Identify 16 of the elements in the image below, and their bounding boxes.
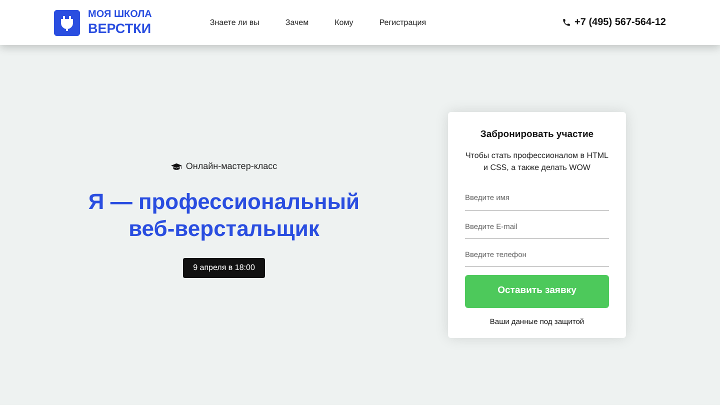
form-subtitle: Чтобы стать профессионалом в HTML и CSS, а также делать WOW bbox=[465, 150, 609, 174]
nav-link[interactable]: Зачем bbox=[285, 16, 309, 28]
phone-number[interactable]: +7 (495) 567-564-12 bbox=[574, 15, 666, 30]
nav-link[interactable]: Кому bbox=[334, 16, 354, 28]
hero-title: Я — профессиональный bbox=[88, 189, 360, 216]
eyebrow-text: Онлайн-мастер-класс bbox=[186, 160, 278, 173]
phone-icon bbox=[562, 18, 571, 27]
form-title: Забронировать участие bbox=[480, 128, 594, 142]
logo-text: ВЕРСТКИ bbox=[88, 22, 152, 36]
hero-title: веб-верстальщик bbox=[128, 216, 320, 242]
date-label: 9 апреля в 18:00 bbox=[183, 258, 265, 278]
nav-link[interactable]: Регистрация bbox=[379, 16, 426, 28]
graduation-cap-icon bbox=[170, 162, 182, 171]
logo-text: МОЯ ШКОЛА bbox=[88, 10, 152, 20]
logo-icon bbox=[54, 10, 80, 36]
nav-link[interactable]: Знаете ли вы bbox=[210, 16, 260, 28]
